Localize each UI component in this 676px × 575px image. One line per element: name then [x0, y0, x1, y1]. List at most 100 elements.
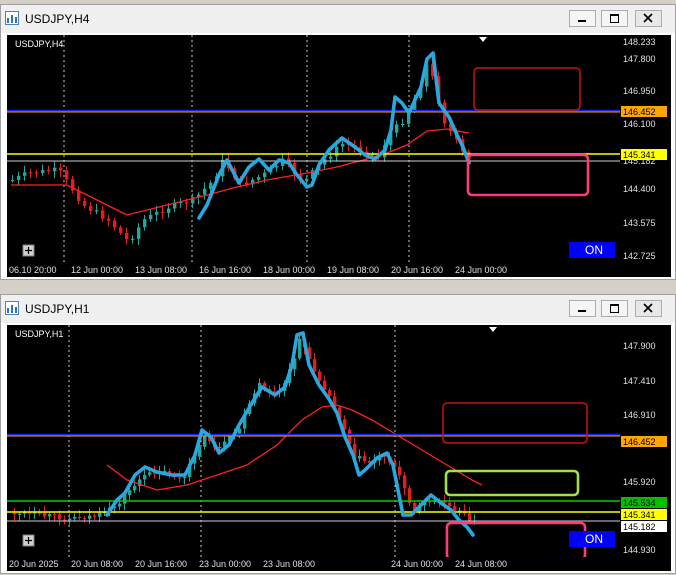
price-tick: 146.950 [623, 86, 656, 96]
time-tick: 06.10 20:00 [9, 265, 57, 275]
candle-body [448, 502, 452, 507]
maximize-icon [610, 304, 619, 313]
candle-body [218, 446, 222, 449]
maximize-icon [610, 14, 619, 23]
time-tick: 20 Jun 16:00 [391, 265, 443, 275]
chart-window-icon [5, 11, 19, 25]
candle-body [73, 516, 77, 519]
title-bar[interactable]: USDJPY,H1 [1, 295, 675, 323]
candle-body [101, 210, 105, 219]
target-zone-box-green [444, 469, 580, 497]
close-icon [643, 303, 653, 313]
price-chart-h4[interactable]: USDJPY,H4 148.233 147.800 146.950 146.10… [7, 35, 671, 277]
window-title: USDJPY,H4 [25, 12, 90, 26]
candle-body [119, 227, 123, 233]
minimize-button[interactable] [569, 300, 596, 317]
candle-body [209, 182, 213, 189]
candle-body [329, 156, 333, 159]
candle-body [53, 514, 57, 516]
time-tick: 16 Jun 16:00 [199, 265, 251, 275]
symbol-label: USDJPY,H4 [15, 39, 63, 49]
candle-body [78, 516, 82, 519]
minimize-icon [578, 310, 586, 312]
symbol-label: USDJPY,H1 [15, 329, 63, 339]
candle-body [148, 472, 152, 475]
candle-body [83, 518, 87, 520]
candle-body [203, 188, 207, 195]
candle-body [118, 503, 122, 507]
price-axis[interactable] [620, 325, 671, 571]
candle-body [88, 515, 92, 519]
time-tick: 24 Jun 00:00 [391, 559, 443, 569]
close-button[interactable] [635, 300, 662, 317]
time-tick: 13 Jun 08:00 [135, 265, 187, 275]
candle-body [401, 123, 405, 126]
close-icon [643, 13, 653, 23]
chart-area-h1[interactable]: USDJPY,H1 147.900 147.410 146.910 145.92… [7, 325, 671, 571]
candle-body [161, 211, 165, 214]
maximize-button[interactable] [601, 10, 628, 27]
price-marker-label: 145.341 [623, 510, 656, 520]
chart-window-icon [5, 301, 19, 315]
candle-body [29, 172, 33, 174]
time-tick: 24 Jun 08:00 [455, 559, 507, 569]
title-bar[interactable]: USDJPY,H4 [1, 5, 675, 33]
candle-body [313, 359, 317, 372]
candle-body [43, 512, 47, 517]
candle-body [125, 232, 129, 240]
price-tick: 147.410 [623, 376, 656, 386]
chart-window-h4[interactable]: USDJPY,H4 USDJPY,H4 148.233 147.800 146.… [0, 4, 676, 280]
chart-shift-marker-icon[interactable] [479, 37, 487, 42]
time-tick: 20 Jun 16:00 [135, 559, 187, 569]
candle-body [257, 177, 261, 180]
candle-body [68, 518, 72, 521]
candle-body [98, 512, 102, 517]
candle-body [363, 456, 367, 462]
time-tick: 23 Jun 00:00 [199, 559, 251, 569]
candle-body [137, 227, 141, 239]
chart-area-h4[interactable]: USDJPY,H4 148.233 147.800 146.950 146.10… [7, 35, 671, 277]
candle-body [58, 514, 62, 520]
price-chart-h1[interactable]: USDJPY,H1 147.900 147.410 146.910 145.92… [7, 325, 671, 571]
on-button-label: ON [585, 243, 603, 257]
moving-average-line [11, 128, 470, 216]
candle-body [395, 124, 399, 133]
moving-average-line [106, 404, 483, 491]
maximize-button[interactable] [601, 300, 628, 317]
chart-shift-marker-icon[interactable] [489, 327, 497, 332]
chart-window-h1[interactable]: USDJPY,H1 USDJPY,H1 147.900 147.410 146.… [0, 294, 676, 574]
price-tick: 143.575 [623, 218, 656, 228]
close-button[interactable] [635, 10, 662, 27]
price-tick: 148.233 [623, 37, 656, 47]
candle-body [17, 175, 21, 180]
candle-body [23, 172, 27, 176]
candle-body [13, 513, 17, 515]
price-tick: 146.100 [623, 119, 656, 129]
time-tick: 23 Jun 08:00 [263, 559, 315, 569]
candle-body [77, 190, 81, 201]
candle-body [185, 201, 189, 204]
candle-body [133, 485, 137, 491]
candle-body [65, 170, 69, 180]
candle-body [83, 200, 87, 206]
candle-body [149, 214, 153, 220]
candle-body [335, 146, 339, 157]
candle-body [93, 515, 97, 517]
target-zone-box-red [473, 67, 581, 111]
candle-body [453, 506, 457, 511]
candle-body [358, 456, 362, 459]
candle-body [403, 475, 407, 489]
price-tick: 145.920 [623, 477, 656, 487]
candle-body [167, 208, 171, 213]
price-tick: 146.910 [623, 410, 656, 420]
candle-body [131, 238, 135, 241]
time-tick: 12 Jun 00:00 [71, 265, 123, 275]
candle-body [59, 167, 63, 171]
window-title: USDJPY,H1 [25, 302, 90, 316]
candle-body [128, 490, 132, 495]
price-tick: 147.800 [623, 54, 656, 64]
hand-drawn-trend-line [197, 51, 471, 220]
minimize-button[interactable] [569, 10, 596, 27]
price-marker-label: 145.182 [623, 522, 656, 532]
candle-body [298, 338, 302, 359]
